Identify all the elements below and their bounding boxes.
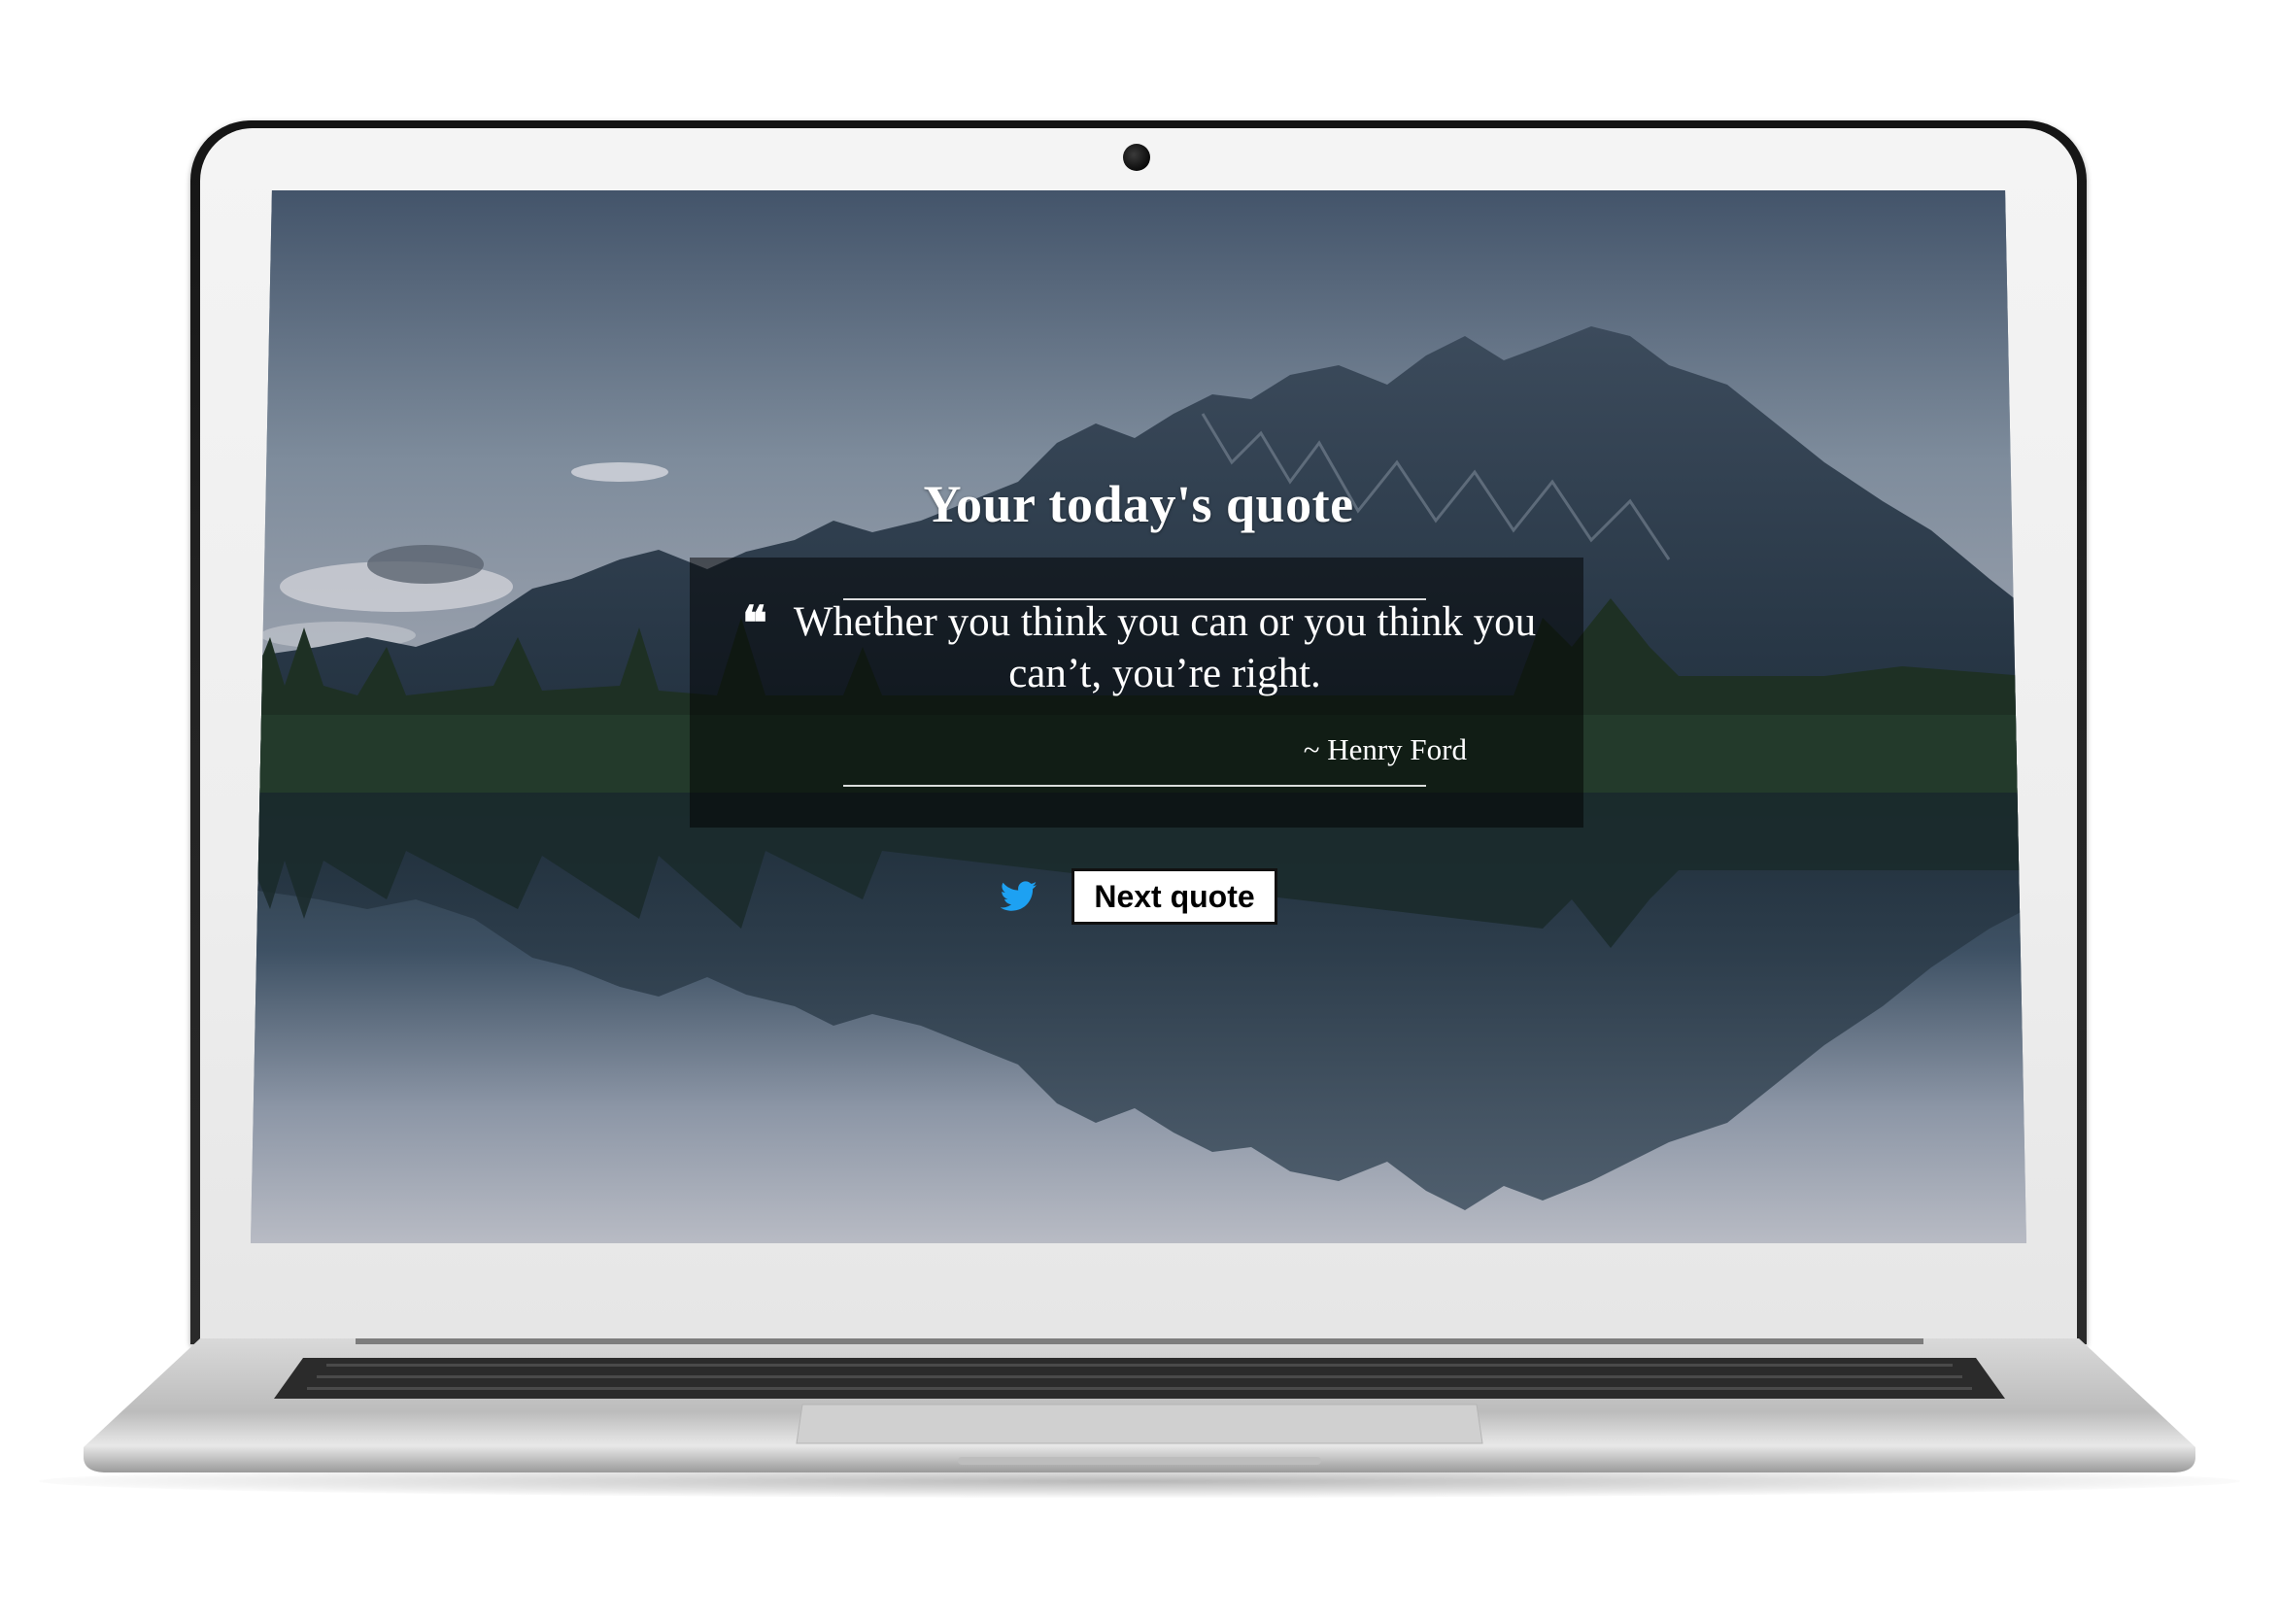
- quote-author: ~ Henry Ford: [1303, 732, 1467, 766]
- laptop-screen: Your today's quote ❝ Whether you think y…: [251, 190, 2026, 1243]
- quote-card: ❝ Whether you think you can or you think…: [690, 558, 1583, 828]
- bottom-divider: [843, 785, 1426, 787]
- webcam-icon: [1123, 144, 1150, 171]
- laptop-mockup: Your today's quote ❝ Whether you think y…: [0, 0, 2279, 1624]
- next-quote-button[interactable]: Next quote: [1071, 868, 1277, 925]
- tweet-quote-button[interactable]: [1000, 877, 1038, 916]
- laptop-base: [84, 1338, 2195, 1472]
- quote-mark-icon: ❝: [742, 596, 767, 651]
- twitter-bird-icon: [1001, 881, 1037, 911]
- quote-text: Whether you think you can or you think y…: [793, 599, 1537, 696]
- page-title: Your today's quote: [923, 475, 1354, 533]
- keyboard-deck: [84, 1338, 2195, 1472]
- quote-actions: Next quote: [251, 866, 2026, 927]
